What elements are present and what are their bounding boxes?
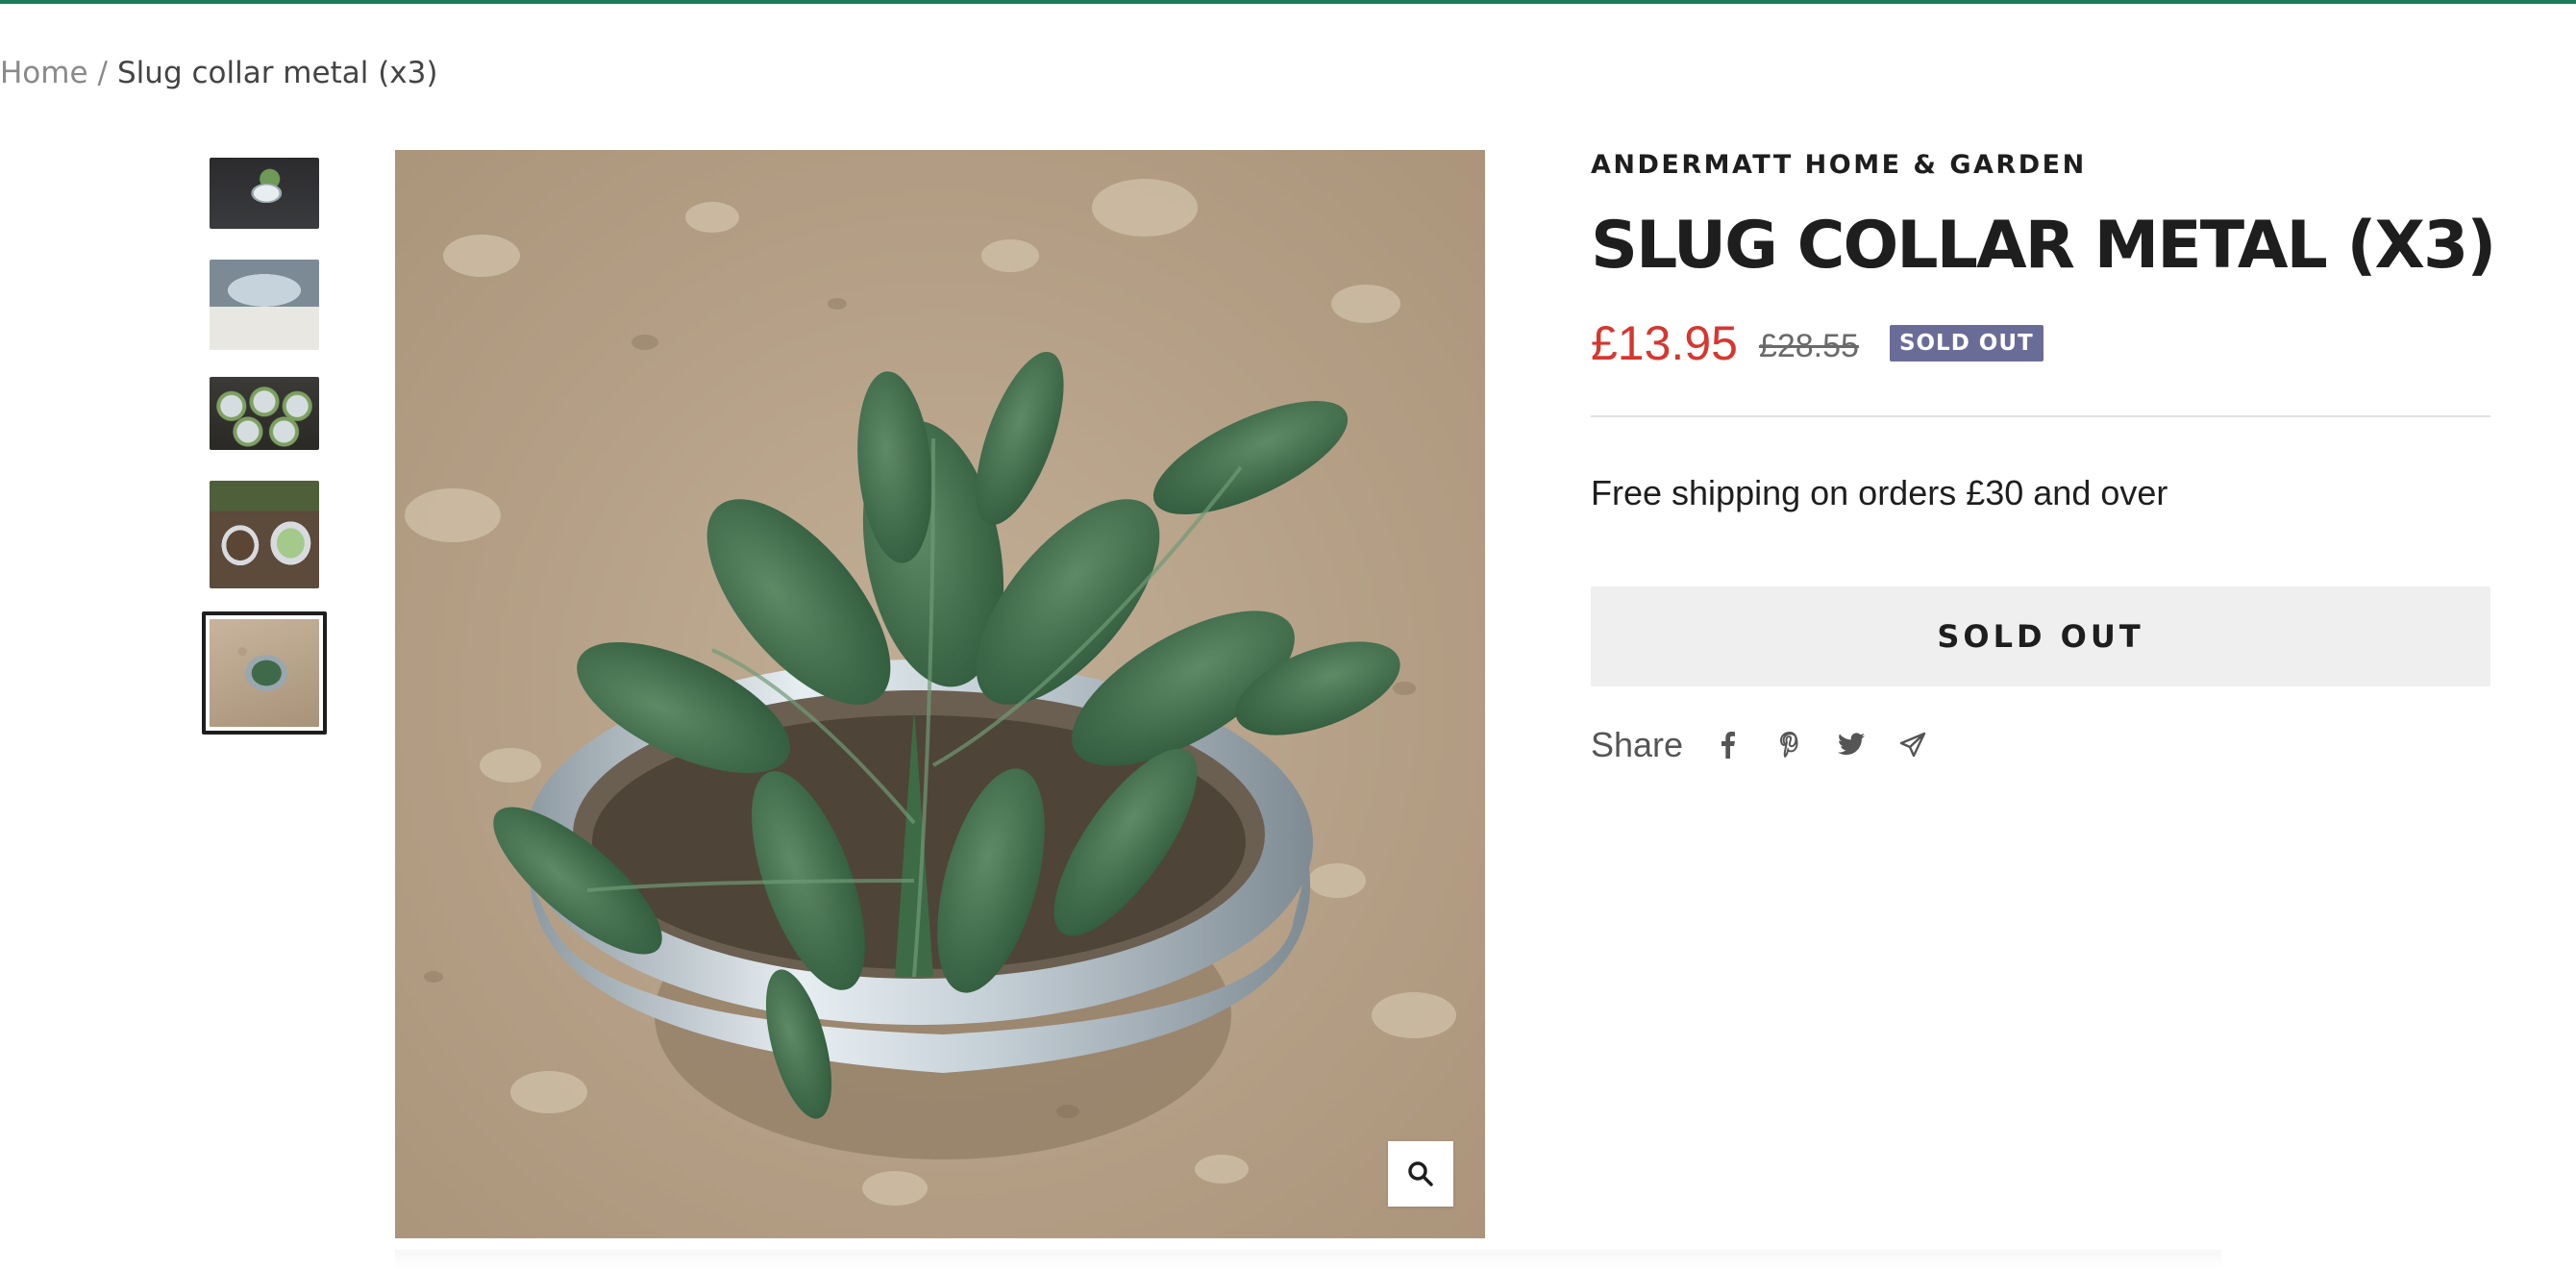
product-vendor[interactable]: ANDERMATT HOME & GARDEN — [1591, 150, 2490, 180]
product-thumbnail-1[interactable] — [210, 158, 319, 229]
product-main-image[interactable] — [395, 150, 1485, 1238]
product-title: SLUG COLLAR METAL (X3) — [1591, 208, 2496, 284]
product-thumbnail-4[interactable] — [210, 481, 319, 588]
breadcrumb-home-link[interactable]: Home — [0, 56, 88, 90]
product-info: ANDERMATT HOME & GARDEN SLUG COLLAR META… — [1591, 144, 2496, 765]
divider — [1591, 414, 2490, 417]
compare-price: £28.55 — [1758, 328, 1859, 365]
pinterest-icon[interactable] — [1773, 729, 1806, 761]
zoom-button[interactable] — [1388, 1141, 1453, 1207]
share-row: Share — [1591, 725, 2490, 765]
twitter-icon[interactable] — [1835, 729, 1868, 761]
product-thumbnail-3[interactable] — [210, 377, 319, 450]
sold-out-badge: SOLD OUT — [1889, 324, 2043, 361]
breadcrumb-separator: / — [97, 56, 108, 90]
section-shadow — [395, 1250, 2221, 1271]
price-row: £13.95 £28.55 SOLD OUT — [1591, 315, 2490, 371]
sale-price: £13.95 — [1591, 315, 1738, 370]
facebook-icon[interactable] — [1712, 729, 1745, 761]
top-accent-bar — [0, 0, 2576, 4]
email-icon[interactable] — [1896, 729, 1929, 761]
product-photo — [395, 150, 1485, 1238]
product-thumbnail-2[interactable] — [210, 260, 319, 350]
search-icon — [1408, 1161, 1433, 1186]
shipping-note: Free shipping on orders £30 and over — [1591, 472, 2168, 512]
breadcrumb-current: Slug collar metal (x3) — [117, 56, 438, 90]
share-label: Share — [1591, 724, 1684, 764]
breadcrumb: Home / Slug collar metal (x3) — [0, 56, 437, 90]
product-thumbnail-5[interactable] — [202, 611, 327, 735]
sold-out-button[interactable]: SOLD OUT — [1591, 586, 2490, 686]
